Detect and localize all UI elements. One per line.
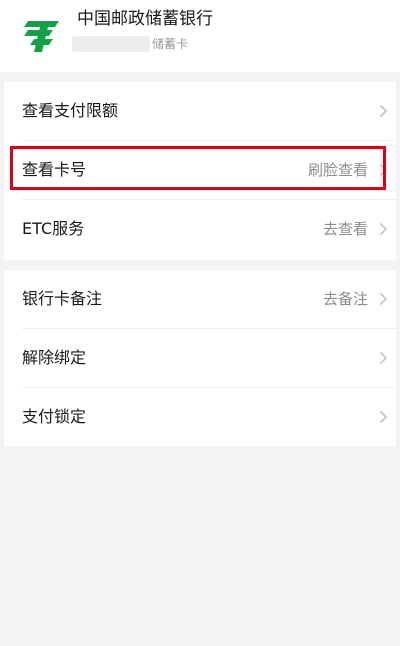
menu-item-label: 查看支付限额	[22, 101, 119, 120]
menu-item-label: 解除绑定	[22, 348, 87, 367]
card-type-label: 储蓄卡	[152, 37, 189, 51]
menu-item-unbind[interactable]: 解除绑定	[4, 329, 396, 387]
menu-item-etc-service[interactable]: ETC服务 去查看	[4, 200, 396, 258]
menu-item-label: 银行卡备注	[22, 289, 103, 308]
menu-item-value: 去查看	[322, 220, 368, 238]
menu-item-card-number[interactable]: 查看卡号 刷脸查看	[4, 141, 396, 199]
postal-savings-bank-logo-icon	[24, 21, 59, 52]
chevron-right-icon	[379, 222, 388, 236]
masked-card-number	[72, 36, 150, 52]
menu-item-label: 支付锁定	[22, 407, 87, 426]
chevron-right-icon	[379, 104, 388, 118]
menu-item-payment-limit[interactable]: 查看支付限额	[4, 82, 396, 140]
bank-name: 中国邮政储蓄银行	[77, 9, 213, 29]
bank-card-header: 中国邮政储蓄银行 储蓄卡	[0, 0, 400, 72]
chevron-right-icon	[379, 292, 388, 306]
chevron-right-icon	[379, 163, 388, 177]
menu-item-value: 刷脸查看	[307, 161, 368, 179]
menu-item-payment-lock[interactable]: 支付锁定	[4, 388, 396, 446]
card-options-group: 查看支付限额 查看卡号 刷脸查看 ETC服务 去查看	[4, 82, 396, 260]
chevron-right-icon	[379, 351, 388, 365]
menu-item-value: 去备注	[322, 290, 368, 308]
menu-item-card-remark[interactable]: 银行卡备注 去备注	[4, 270, 396, 328]
menu-item-label: 查看卡号	[22, 160, 87, 179]
card-management-group: 银行卡备注 去备注 解除绑定 支付锁定	[4, 270, 396, 446]
menu-item-label: ETC服务	[22, 219, 85, 238]
chevron-right-icon	[379, 410, 388, 424]
